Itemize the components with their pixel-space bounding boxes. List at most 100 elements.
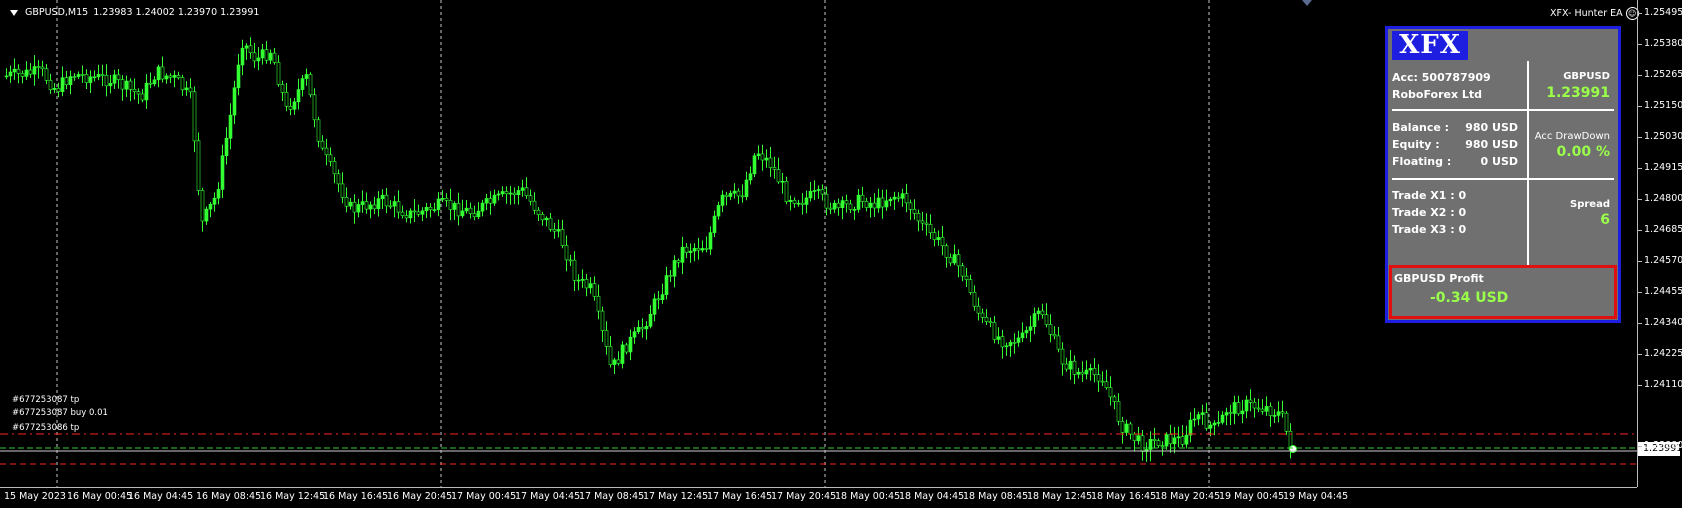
candle-body [464,207,469,212]
candle-body [552,229,557,232]
candle-body [832,202,837,210]
price-tick [1638,168,1642,169]
candle-body [568,259,573,262]
candle-body [828,207,833,210]
candle-body [436,198,441,210]
candle-body [272,52,277,63]
candle-body [624,344,629,353]
trade-x1: Trade X1 : 0 [1392,189,1467,202]
candle-body [216,189,221,199]
candle-body [1068,360,1073,370]
price-tick [1638,446,1642,447]
candle-body [1008,342,1013,347]
candle-body [64,77,69,85]
candle-body [136,91,141,95]
candle-body [428,207,433,210]
candle-body [820,189,825,195]
candle-body [412,210,417,213]
candle-body [656,298,661,301]
drawdown-label: Acc DrawDown [1534,131,1610,142]
candle-body [760,153,765,161]
candle-body [612,359,617,365]
collapse-triangle-icon[interactable] [10,9,18,16]
candle-body [400,211,405,216]
spread-label: Spread [1570,199,1610,210]
price-tick [1638,75,1642,76]
time-label: 17 May 20:45 [771,491,837,502]
candle-body [532,200,537,211]
candle-body [576,279,581,282]
candle-body [1224,412,1229,416]
candle-body [276,62,281,85]
candle-body [924,222,929,225]
candle-body [1120,420,1125,433]
candle-body [788,200,793,203]
expert-advisor-name[interactable]: XFX- Hunter EA ☺ [1550,7,1639,20]
candle-body [728,192,733,197]
candle-body [172,75,177,78]
candle-body [212,197,217,205]
candle-body [176,75,181,78]
price-tick [1638,385,1642,386]
candle-body [968,279,973,293]
candle-body [128,80,133,90]
candle-body [416,211,421,215]
time-axis[interactable]: 15 May 2023 16 May 00:45 16 May 04:45 16 Ma… [0,487,1637,508]
candle-body [1048,324,1053,335]
candle-body [644,325,649,330]
candle-body [292,101,297,110]
candle-body [844,200,849,205]
spread-value: 6 [1600,212,1610,228]
candle-body [48,80,53,90]
candle-body [936,237,941,240]
candle-body [1036,310,1041,314]
time-label: 19 May 04:45 [1283,491,1349,502]
candle-body [640,326,645,330]
xfx-logo: XFX [1392,31,1468,60]
candle-body [56,88,61,93]
candle-body [84,74,89,83]
candle-body [1176,436,1181,439]
candle-body [824,193,829,209]
candle-body [456,203,461,217]
candle-body [268,52,273,61]
candle-body [560,229,565,246]
candle-body [1000,336,1005,348]
candle-body [344,197,349,207]
candle-body [220,155,225,190]
candle-body [420,210,425,215]
candle-body [132,89,137,92]
candle-body [296,89,301,103]
trade-x3: Trade X3 : 0 [1392,223,1467,236]
candle-body [1168,434,1173,445]
candle-body [764,157,769,161]
candle-body [996,336,1001,340]
shift-marker-icon[interactable] [1302,0,1312,6]
price-axis[interactable]: 1.23991 1.25495 1.25380 1.25265 1.25150 1.25… [1637,0,1682,487]
candle-body [336,173,341,185]
candle-body [660,294,665,301]
candle-body [148,82,153,85]
candle-body [1184,434,1189,445]
ea-name-text: XFX- Hunter EA [1550,8,1623,19]
time-label: 17 May 08:45 [579,491,645,502]
candle-body [1020,332,1025,339]
price-tick [1638,137,1642,138]
candle-body [748,173,753,181]
candle-body [964,275,969,280]
candle-body [352,201,357,213]
candle-body [180,77,185,91]
candle-body [720,194,725,206]
candle-body [680,246,685,263]
candle-body [1140,435,1145,452]
candle-body [956,254,961,267]
candle-body [224,138,229,157]
price-chart[interactable]: GBPUSD,M15 1.23983 1.24002 1.23970 1.239… [0,0,1639,487]
candle-body [20,73,25,77]
candle-body [1244,399,1249,412]
candle-body [940,237,945,247]
candle-body [904,193,909,204]
price-tick [1638,230,1642,231]
price-label: 1.25495 [1644,7,1682,18]
candle-body [884,200,889,208]
